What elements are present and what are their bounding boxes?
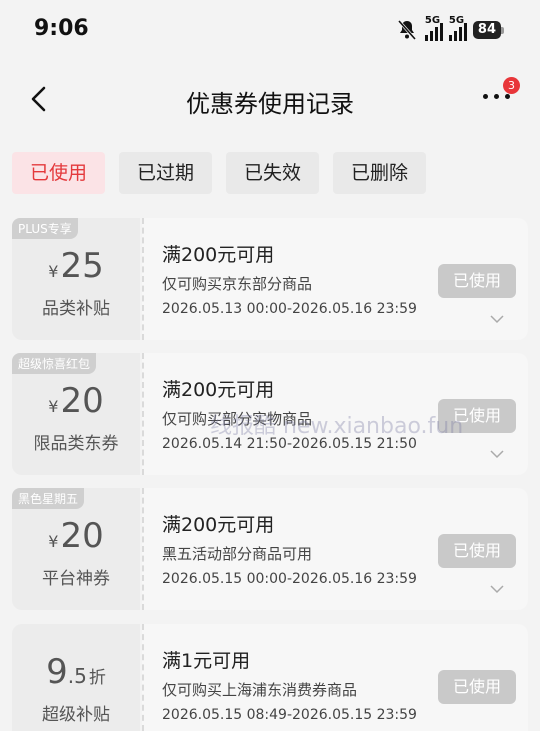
coupon-card[interactable]: 黑色星期五 ¥20 平台神券 满200元可用 黑五活动部分商品可用 2026.0… [12,488,528,610]
battery-icon: 84 [472,21,504,39]
bell-muted-icon [397,20,417,40]
used-status-button[interactable]: 已使用 [438,399,516,433]
amount-value: 9 [46,652,68,692]
coupon-condition: 满200元可用 [162,514,275,536]
coupon-valid-period: 2026.05.15 08:49-2026.05.15 23:59 [162,707,417,723]
coupon-amount: 9.5 折 [12,652,140,692]
coupon-corner-tag: PLUS专享 [12,218,78,239]
signal-1-label: 5G [424,15,441,26]
coupon-valid-period: 2026.05.13 00:00-2026.05.16 23:59 [162,301,417,317]
coupon-valid-period: 2026.05.14 21:50-2026.05.15 21:50 [162,436,417,452]
coupon-detail-panel: 满200元可用 黑五活动部分商品可用 2026.05.15 00:00-2026… [142,488,528,610]
coupon-corner-tag: 超级惊喜红包 [12,353,97,374]
coupon-card[interactable]: 9.5 折 超级补贴 满1元可用 仅可购买上海浦东消费券商品 2026.05.15… [12,624,528,731]
status-tabs: 已使用 已过期 已失效 已删除 [12,152,427,194]
coupon-detail-panel: 满200元可用 仅可购买部分实物商品 2026.05.14 21:50-2026… [142,353,528,475]
coupon-card[interactable]: 超级惊喜红包 ¥20 限品类东券 满200元可用 仅可购买部分实物商品 2026… [12,353,528,475]
status-bar: 9:06 5G 5G 84 [0,0,540,60]
tab-used[interactable]: 已使用 [12,152,106,194]
more-options-icon[interactable] [483,94,510,99]
currency-symbol: ¥ [48,262,59,281]
amount-value: 20 [60,516,104,556]
coupon-detail-panel: 满1元可用 仅可购买上海浦东消费券商品 2026.05.15 08:49-202… [142,624,528,731]
chevron-down-icon[interactable] [490,449,504,459]
currency-symbol: ¥ [48,532,59,551]
notification-badge: 3 [503,77,520,94]
used-status-button[interactable]: 已使用 [438,534,516,568]
coupon-value-panel: PLUS专享 ¥25 品类补贴 [12,218,140,340]
amount-value: 20 [60,381,104,421]
battery-level: 84 [472,21,501,39]
coupon-detail-panel: 满200元可用 仅可购买京东部分商品 2026.05.13 00:00-2026… [142,218,528,340]
coupon-description: 仅可购买部分实物商品 [162,410,313,428]
tab-deleted[interactable]: 已删除 [333,152,427,194]
tab-invalid[interactable]: 已失效 [226,152,320,194]
amount-unit: 折 [88,668,106,688]
coupon-value-panel: 黑色星期五 ¥20 平台神券 [12,488,140,610]
signal-2-label: 5G [448,15,465,26]
coupon-amount: ¥25 [12,246,140,286]
status-time: 9:06 [34,16,89,41]
signal-2-icon: 5G [448,15,467,41]
currency-symbol: ¥ [48,397,59,416]
amount-value: 25 [60,246,104,286]
coupon-value-panel: 9.5 折 超级补贴 [12,624,140,731]
coupon-value-panel: 超级惊喜红包 ¥20 限品类东券 [12,353,140,475]
coupon-condition: 满200元可用 [162,379,275,401]
used-status-button[interactable]: 已使用 [438,670,516,704]
nav-header: 优惠券使用记录 3 [0,60,540,138]
chevron-down-icon[interactable] [490,584,504,594]
used-status-button[interactable]: 已使用 [438,264,516,298]
coupon-condition: 满200元可用 [162,244,275,266]
coupon-category: 平台神券 [42,569,110,589]
signal-1-icon: 5G [424,15,443,41]
coupon-valid-period: 2026.05.15 00:00-2026.05.16 23:59 [162,571,417,587]
chevron-down-icon[interactable] [490,314,504,324]
coupon-category: 限品类东券 [33,434,119,454]
coupon-condition: 满1元可用 [162,650,251,672]
coupon-amount: ¥20 [12,516,140,556]
status-icons: 5G 5G 84 [395,15,504,42]
coupon-description: 仅可购买京东部分商品 [162,275,313,293]
coupon-description: 黑五活动部分商品可用 [162,545,313,563]
tab-expired[interactable]: 已过期 [119,152,213,194]
coupon-corner-tag: 黑色星期五 [12,488,85,509]
page-title: 优惠券使用记录 [186,90,354,118]
coupon-card[interactable]: PLUS专享 ¥25 品类补贴 满200元可用 仅可购买京东部分商品 2026.… [12,218,528,340]
coupon-category: 超级补贴 [42,705,110,725]
coupon-category: 品类补贴 [42,299,110,319]
coupon-description: 仅可购买上海浦东消费券商品 [162,681,358,699]
coupon-amount: ¥20 [12,381,140,421]
amount-decimal: .5 [67,664,87,688]
